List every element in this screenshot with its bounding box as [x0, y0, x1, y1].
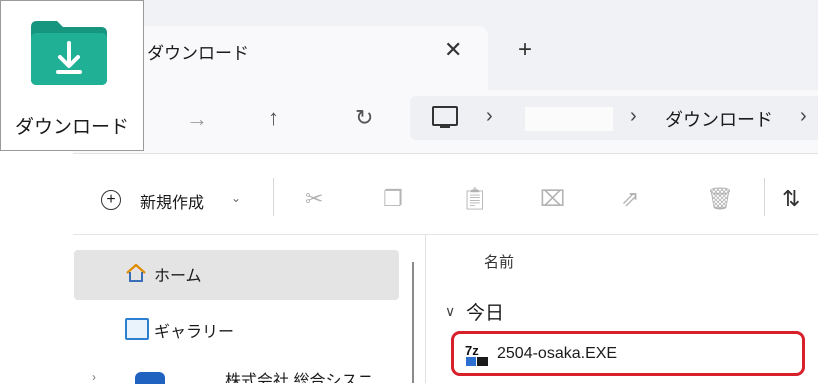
chevron-right-icon[interactable]: › — [630, 105, 637, 128]
divider — [273, 178, 274, 216]
7z-archive-icon: 7z — [465, 343, 488, 366]
cut-icon[interactable]: ✂ — [305, 186, 323, 212]
download-folder-icon — [31, 21, 107, 85]
chevron-down-icon[interactable]: ⌄ — [231, 191, 241, 205]
cloud-icon — [135, 372, 165, 384]
breadcrumb-hidden[interactable] — [525, 107, 613, 131]
share-icon[interactable]: ⇗ — [621, 186, 639, 212]
sidebar-item-company[interactable]: 株式会社 総合シスニ — [225, 367, 373, 383]
rename-icon[interactable]: ⌧ — [540, 186, 565, 212]
sidebar-item-gallery[interactable]: ギャラリー — [154, 318, 234, 342]
computer-stand — [440, 126, 450, 128]
arrow-up-icon[interactable]: ↑ — [268, 105, 279, 131]
chevron-down-icon[interactable]: ∨ — [445, 303, 455, 320]
downloads-shortcut-label: ダウンロード — [14, 117, 129, 138]
sidebar-item-home[interactable] — [74, 250, 399, 300]
delete-icon[interactable]: 🗑︎ — [706, 186, 734, 212]
close-icon[interactable]: ✕ — [444, 37, 462, 63]
computer-icon[interactable] — [432, 106, 458, 126]
svg-text:7z: 7z — [465, 343, 479, 358]
column-header-name[interactable]: 名前 — [484, 251, 514, 272]
refresh-icon[interactable]: ↻ — [355, 105, 373, 131]
new-button[interactable]: 新規作成 — [140, 189, 204, 213]
chevron-right-icon[interactable]: › — [92, 370, 96, 384]
divider — [764, 178, 765, 216]
sidebar-item-label: ホーム — [154, 268, 202, 285]
file-name: 2504-osaka.EXE — [497, 345, 618, 362]
tab-title: ダウンロード — [147, 44, 249, 63]
plus-icon[interactable]: + — [518, 36, 532, 64]
arrow-right-icon[interactable]: → — [186, 106, 208, 132]
breadcrumb-downloads[interactable]: ダウンロード — [665, 106, 773, 132]
plus-circle-icon[interactable]: + — [101, 190, 121, 210]
gallery-icon — [125, 318, 149, 340]
chevron-right-icon[interactable]: › — [800, 105, 807, 128]
group-header-today[interactable]: 今日 — [466, 298, 504, 325]
scrollbar[interactable] — [412, 262, 414, 383]
chevron-right-icon[interactable]: › — [486, 105, 493, 128]
home-icon — [126, 263, 146, 282]
paste-icon[interactable]: 📋︎ — [461, 186, 489, 212]
copy-icon[interactable]: ❐ — [383, 186, 403, 212]
sort-icon[interactable]: ⇅ — [782, 186, 800, 212]
